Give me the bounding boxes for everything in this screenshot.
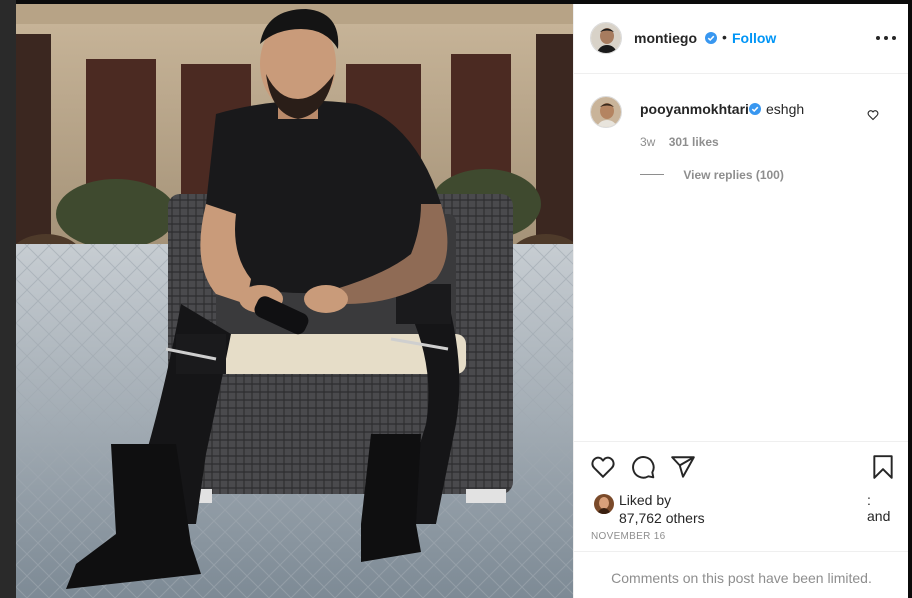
comment-like-heart-icon[interactable]	[867, 109, 879, 121]
liker-avatar[interactable]	[594, 494, 614, 514]
right-edge	[908, 0, 912, 598]
follow-button[interactable]: Follow	[732, 30, 776, 46]
commenter-avatar-image	[591, 97, 621, 127]
verified-badge-icon	[749, 103, 761, 115]
author-avatar[interactable]	[590, 22, 622, 54]
post-actions-bar	[574, 441, 909, 491]
post-image	[16, 4, 573, 598]
commenter-avatar[interactable]	[590, 96, 622, 128]
verified-badge-icon	[705, 32, 717, 44]
comments-limited-notice: Comments on this post have been limited.	[574, 551, 909, 598]
post-side-panel: montiego • Follow pooyanmokhtari eshgh 3…	[573, 4, 909, 598]
comment-item: pooyanmokhtari eshgh 3w 301 likes View r…	[574, 90, 909, 190]
comment-meta: 3w 301 likes	[640, 135, 719, 149]
post-date[interactable]: NOVEMBER 16	[591, 531, 665, 542]
author-avatar-image	[591, 23, 621, 53]
author-username[interactable]: montiego	[634, 30, 697, 46]
separator-dot: •	[722, 29, 727, 45]
comment-likes[interactable]: 301 likes	[669, 135, 719, 149]
likes-count-link[interactable]: 87,762 others	[619, 510, 705, 526]
comment-icon[interactable]	[630, 454, 656, 480]
instagram-post-modal: montiego • Follow pooyanmokhtari eshgh 3…	[0, 0, 912, 598]
commenter-username[interactable]: pooyanmokhtari	[640, 101, 749, 117]
heart-icon[interactable]	[590, 454, 616, 480]
post-photo[interactable]	[16, 4, 573, 598]
post-header: montiego • Follow	[574, 4, 909, 74]
liked-by-and: : and	[867, 492, 891, 524]
share-icon[interactable]	[670, 454, 696, 480]
comment-age[interactable]: 3w	[640, 135, 655, 149]
replies-line	[640, 174, 664, 175]
liker-avatar-image	[594, 494, 614, 514]
comment-text: eshgh	[766, 101, 805, 117]
view-replies-button[interactable]: View replies (100)	[640, 168, 784, 182]
more-options-icon[interactable]	[874, 30, 898, 46]
comments-limited-text: Comments on this post have been limited.	[611, 570, 872, 586]
view-replies-label: View replies (100)	[683, 168, 784, 182]
left-edge	[0, 0, 16, 598]
bookmark-icon[interactable]	[870, 454, 896, 480]
liked-by-label: Liked by	[619, 492, 672, 508]
likes-section: Liked by : and 87,762 others	[594, 492, 894, 532]
